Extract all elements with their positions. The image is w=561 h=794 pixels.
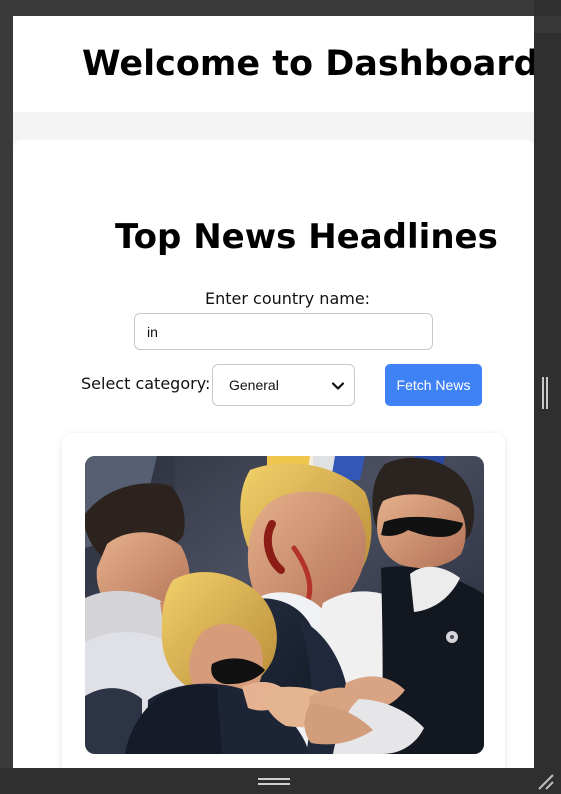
- drag-handle-icon[interactable]: [258, 777, 290, 787]
- fetch-news-button[interactable]: Fetch News: [385, 364, 482, 406]
- country-label: Enter country name:: [205, 289, 371, 308]
- page-title: Welcome to Dashboard!: [82, 44, 534, 84]
- dashboard-page: Welcome to Dashboard! Top News Headlines…: [13, 16, 534, 768]
- dashboard-header: Welcome to Dashboard!: [13, 16, 534, 112]
- news-section-title: Top News Headlines: [115, 217, 498, 257]
- right-frame-notch: [534, 16, 561, 33]
- category-select-value: General: [229, 377, 279, 393]
- top-frame: [0, 0, 561, 16]
- panel-grip-line: [542, 377, 544, 409]
- panel-grip-line: [546, 377, 548, 409]
- news-photo: [85, 456, 484, 754]
- panel-grip-icon[interactable]: [540, 377, 549, 409]
- resize-icon[interactable]: [536, 772, 556, 792]
- chevron-down-icon: [331, 382, 345, 390]
- drag-handle-line: [258, 778, 290, 780]
- category-label: Select category:: [81, 374, 211, 393]
- left-frame: [0, 16, 13, 768]
- news-card[interactable]: [62, 433, 505, 768]
- drag-handle-line: [258, 783, 290, 785]
- category-select[interactable]: General: [212, 364, 355, 406]
- country-input[interactable]: [134, 313, 433, 350]
- news-image[interactable]: [85, 456, 484, 754]
